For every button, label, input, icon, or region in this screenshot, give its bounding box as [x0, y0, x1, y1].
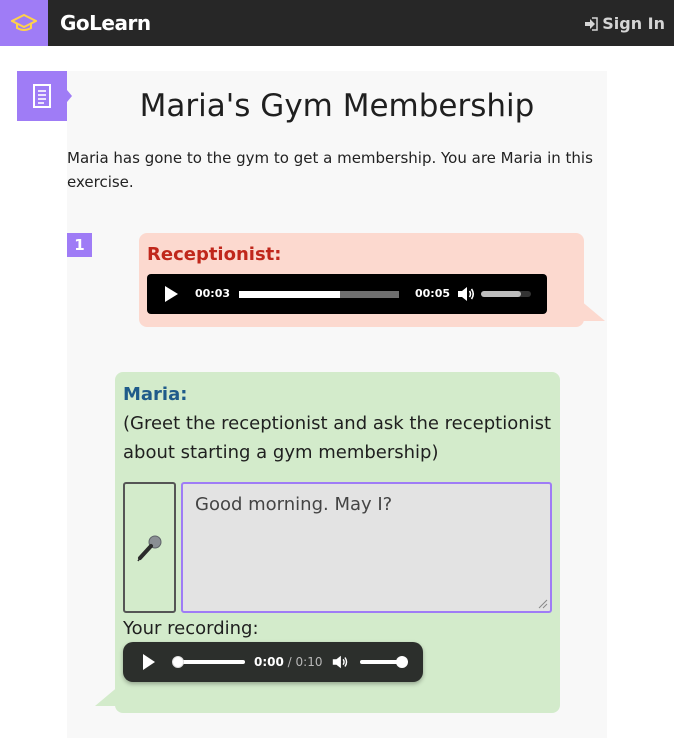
step-number-badge: 1: [67, 233, 92, 257]
top-navbar: GoLearn Sign In: [0, 0, 674, 46]
brand-name[interactable]: GoLearn: [60, 11, 151, 35]
recording-current-time: 0:00: [254, 655, 284, 669]
logo[interactable]: [0, 0, 48, 46]
record-button[interactable]: [123, 482, 176, 613]
volume-level: [481, 291, 521, 297]
audio-duration: 00:05: [415, 287, 451, 300]
receptionist-bubble-tail: [580, 300, 605, 321]
document-tab[interactable]: [17, 71, 72, 121]
recording-time-separator: /: [283, 655, 296, 669]
document-icon: [33, 84, 51, 108]
recording-audio-player: 0:00 / 0:10: [123, 642, 423, 682]
volume-slider[interactable]: [481, 291, 531, 297]
recording-volume-thumb[interactable]: [396, 656, 408, 668]
graduation-cap-icon: [11, 14, 37, 31]
microphone-icon: [136, 535, 161, 561]
receptionist-speaker-label: Receptionist:: [147, 244, 282, 265]
resize-grip-icon[interactable]: [536, 597, 548, 609]
sign-in-label: Sign In: [602, 14, 665, 33]
recording-seek-bar[interactable]: [176, 660, 245, 664]
volume-icon[interactable]: [456, 284, 476, 304]
audio-current-time: 00:03: [195, 287, 231, 300]
audio-seek-progress: [239, 291, 340, 298]
recording-play-button[interactable]: [143, 654, 155, 670]
sign-in-icon: [585, 16, 598, 31]
recording-duration: 0:10: [295, 655, 323, 669]
maria-speaker-label: Maria:: [123, 384, 188, 405]
maria-instruction: (Greet the receptionist and ask the rece…: [123, 413, 552, 463]
play-button[interactable]: [165, 286, 178, 302]
recording-seek-thumb[interactable]: [172, 656, 184, 668]
maria-bubble-tail: [95, 685, 120, 706]
answer-textarea[interactable]: Good morning. May I?: [181, 482, 552, 613]
page-title: Maria's Gym Membership: [139, 88, 535, 124]
recording-time: 0:00 / 0:10: [254, 655, 322, 669]
lesson-intro: Maria has gone to the gym to get a membe…: [67, 149, 593, 191]
sign-in-link[interactable]: Sign In: [584, 14, 665, 33]
receptionist-audio-player: 00:03 00:05: [147, 274, 547, 314]
audio-seek-bar[interactable]: [239, 291, 399, 298]
recording-label: Your recording:: [123, 618, 259, 639]
recording-volume-icon[interactable]: [331, 653, 349, 671]
